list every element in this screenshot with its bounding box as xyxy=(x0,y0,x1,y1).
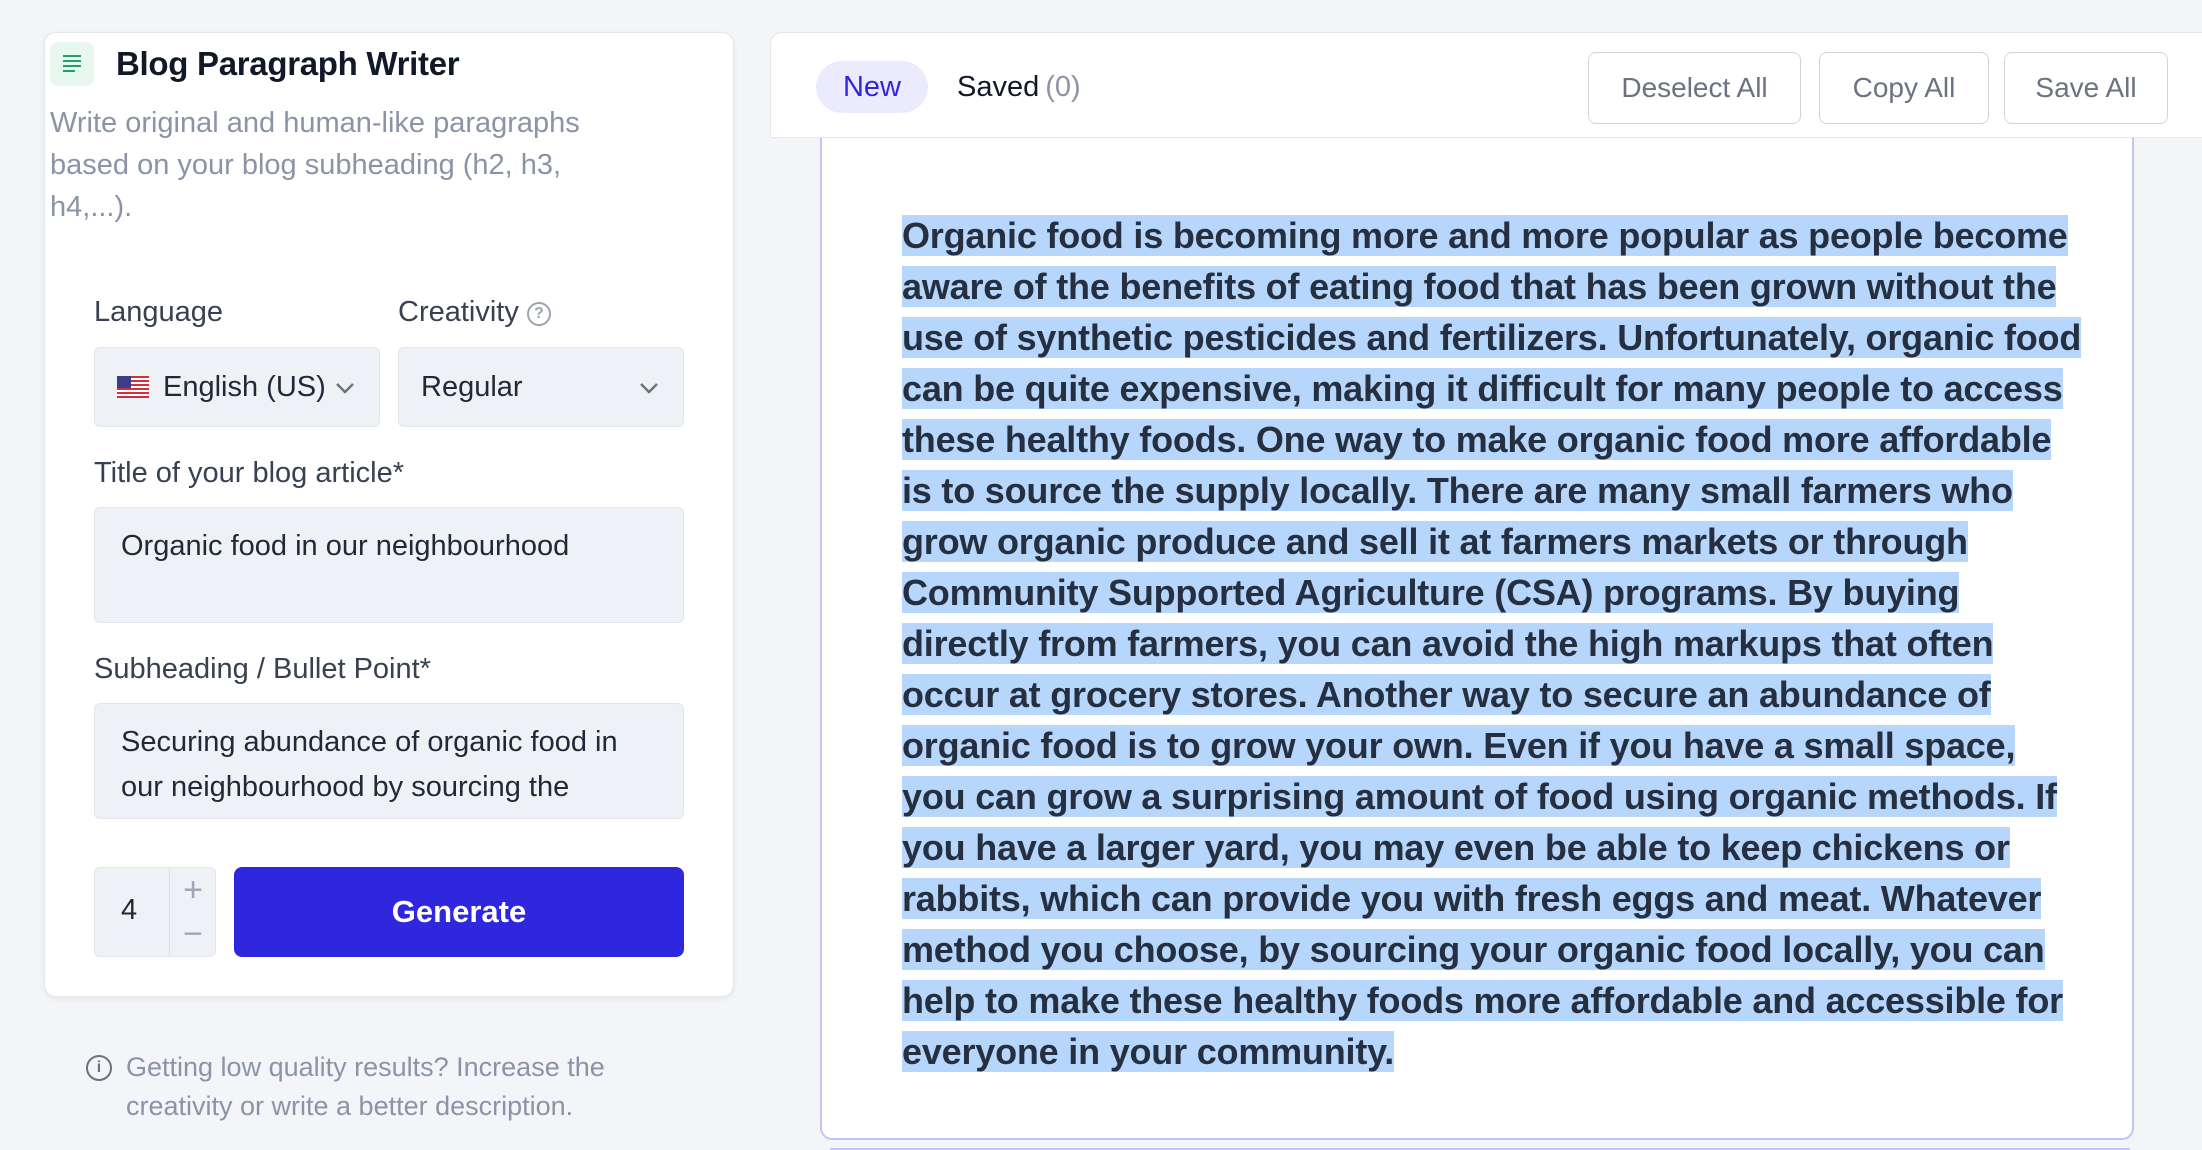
subheading-input[interactable]: Securing abundance of organic food in ou… xyxy=(94,703,684,819)
creativity-select[interactable]: Regular xyxy=(398,347,684,427)
creativity-value: Regular xyxy=(421,370,523,403)
document-lines-icon xyxy=(50,42,94,86)
save-all-button[interactable]: Save All xyxy=(2004,52,2168,124)
selected-text: Organic food is becoming more and more p… xyxy=(902,215,2082,1072)
title-input[interactable]: Organic food in our neighbourhood xyxy=(94,507,684,623)
quantity-value[interactable]: 4 xyxy=(121,894,137,927)
tab-saved[interactable]: Saved (0) xyxy=(957,71,1081,104)
quantity-stepper: 4 + − xyxy=(94,867,216,957)
us-flag-icon xyxy=(117,376,149,398)
tab-saved-label: Saved xyxy=(957,71,1040,103)
tab-new[interactable]: New xyxy=(816,61,928,113)
copy-all-button[interactable]: Copy All xyxy=(1819,52,1989,124)
decrement-button[interactable]: − xyxy=(170,912,216,957)
creativity-label-text: Creativity xyxy=(398,296,519,328)
subheading-label: Subheading / Bullet Point* xyxy=(94,653,431,685)
creativity-label: Creativity? xyxy=(398,296,551,329)
info-icon: i xyxy=(86,1055,112,1081)
generate-button[interactable]: Generate xyxy=(234,867,684,957)
title-label: Title of your blog article* xyxy=(94,457,405,489)
result-card[interactable]: Organic food is becoming more and more p… xyxy=(820,138,2134,1140)
tip-text: Getting low quality results? Increase th… xyxy=(126,1052,605,1121)
saved-count: (0) xyxy=(1045,71,1081,103)
language-value: English (US) xyxy=(163,370,326,403)
tool-title: Blog Paragraph Writer xyxy=(116,45,460,82)
chevron-down-icon xyxy=(336,383,354,394)
result-paragraph[interactable]: Organic food is becoming more and more p… xyxy=(902,210,2082,1077)
results-toolbar: New Saved (0) Deselect All Copy All Save … xyxy=(770,32,2202,138)
help-icon[interactable]: ? xyxy=(526,302,551,326)
tip: i Getting low quality results? Increase … xyxy=(86,1048,646,1126)
deselect-all-button[interactable]: Deselect All xyxy=(1588,52,1801,124)
language-select[interactable]: English (US) xyxy=(94,347,380,427)
tool-header: Blog Paragraph Writer xyxy=(50,42,460,86)
tool-description: Write original and human-like paragraphs… xyxy=(50,107,580,223)
increment-button[interactable]: + xyxy=(170,868,216,913)
language-label: Language xyxy=(94,296,224,328)
results-panel: New Saved (0) Deselect All Copy All Save … xyxy=(770,32,2202,1150)
chevron-down-icon xyxy=(640,383,658,394)
